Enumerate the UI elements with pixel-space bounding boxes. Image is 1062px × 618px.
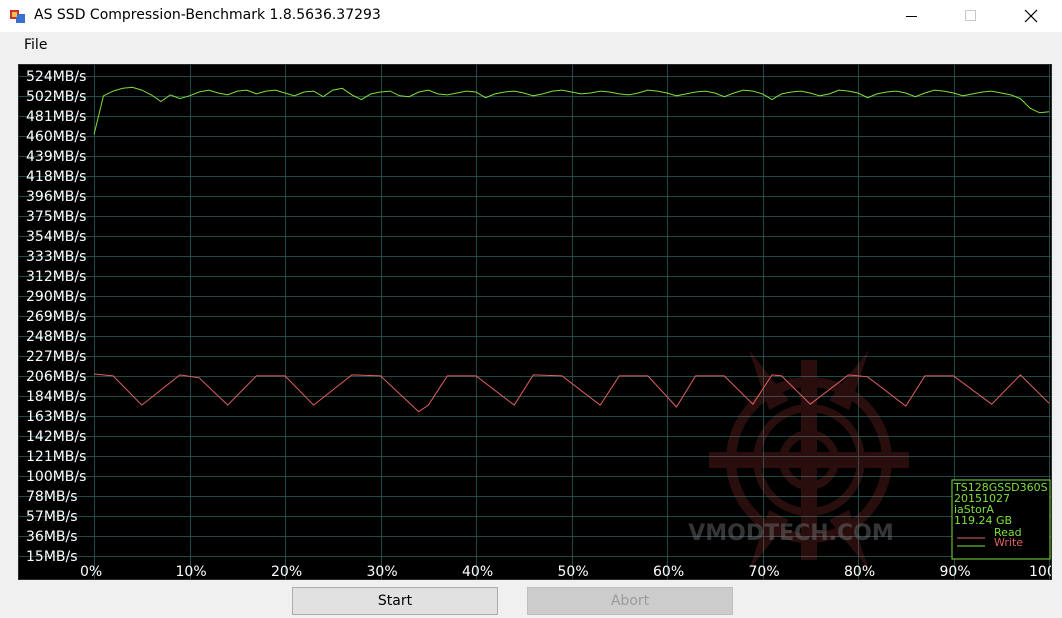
minimize-icon: [906, 16, 917, 17]
chart-grid: [19, 65, 1051, 579]
x-tick-label: 90%: [940, 564, 971, 579]
series-line-read: [93, 373, 1050, 413]
y-tick-label: 290MB/s: [26, 289, 86, 305]
series-line-write: [93, 86, 1050, 135]
maximize-button[interactable]: [948, 0, 994, 32]
y-tick-label: 57MB/s: [26, 509, 78, 525]
y-tick-label: 121MB/s: [26, 449, 86, 465]
y-tick-label: 524MB/s: [26, 69, 86, 85]
y-tick-label: 439MB/s: [26, 149, 86, 165]
x-tick-label: 20%: [271, 564, 302, 579]
y-axis-labels: 524MB/s 502MB/s 481MB/s 460MB/s 439MB/s 418MB…: [26, 69, 86, 565]
benchmark-chart: VMODTECH.COM 524MB/s 502MB/s 481MB/s 460MB/…: [18, 64, 1062, 580]
chart-legend: TS128GSSD360S 20151027 iaStorA 119.24 GB…: [951, 479, 1051, 560]
y-tick-label: 206MB/s: [26, 369, 86, 385]
x-tick-label: 60%: [653, 564, 684, 579]
y-tick-label: 312MB/s: [26, 269, 86, 285]
y-tick-label: 184MB/s: [26, 389, 86, 405]
x-axis-labels: 0% 10% 20% 30% 40% 50% 60% 70% 80% 90% 100%: [80, 564, 1062, 580]
chart-svg: VMODTECH.COM 524MB/s 502MB/s 481MB/s 460MB/…: [19, 65, 1062, 580]
window-title: AS SSD Compression-Benchmark 1.8.5636.37…: [34, 7, 381, 23]
y-tick-label: 36MB/s: [26, 529, 78, 545]
y-tick-label: 375MB/s: [26, 209, 86, 225]
chart-series: [93, 86, 1050, 413]
close-button[interactable]: [1008, 0, 1054, 32]
watermark-text: VMODTECH.COM: [688, 521, 894, 546]
x-tick-label: 30%: [367, 564, 398, 579]
close-icon: [1024, 9, 1038, 23]
y-tick-label: 142MB/s: [26, 429, 86, 445]
menu-item-file[interactable]: File: [24, 37, 47, 53]
start-button[interactable]: Start: [292, 587, 498, 615]
y-tick-label: 418MB/s: [26, 169, 86, 185]
y-tick-label: 100MB/s: [26, 469, 86, 485]
x-tick-label: 40%: [462, 564, 493, 579]
x-tick-label: 10%: [176, 564, 207, 579]
abort-button[interactable]: Abort: [527, 587, 733, 615]
y-tick-label: 15MB/s: [26, 549, 78, 565]
y-tick-label: 481MB/s: [26, 109, 86, 125]
x-tick-label: 100%: [1029, 564, 1051, 579]
y-tick-label: 163MB/s: [26, 409, 86, 425]
y-tick-label: 502MB/s: [26, 89, 86, 105]
legend-write-label: Write: [994, 536, 1023, 549]
y-tick-label: 396MB/s: [26, 189, 86, 205]
y-tick-label: 460MB/s: [26, 129, 86, 145]
y-tick-label: 269MB/s: [26, 309, 86, 325]
title-bar: AS SSD Compression-Benchmark 1.8.5636.37…: [0, 0, 1062, 32]
y-tick-label: 78MB/s: [26, 489, 78, 505]
x-tick-label: 70%: [749, 564, 780, 579]
x-tick-label: 80%: [844, 564, 875, 579]
maximize-icon: [965, 10, 976, 21]
y-tick-label: 354MB/s: [26, 229, 86, 245]
y-tick-label: 333MB/s: [26, 249, 86, 265]
x-tick-label: 50%: [558, 564, 589, 579]
menu-bar: File: [0, 32, 1062, 60]
x-tick-label: 0%: [80, 564, 102, 579]
minimize-button[interactable]: [889, 0, 935, 32]
y-tick-label: 227MB/s: [26, 349, 86, 365]
app-icon: [10, 10, 25, 23]
y-tick-label: 248MB/s: [26, 329, 86, 345]
